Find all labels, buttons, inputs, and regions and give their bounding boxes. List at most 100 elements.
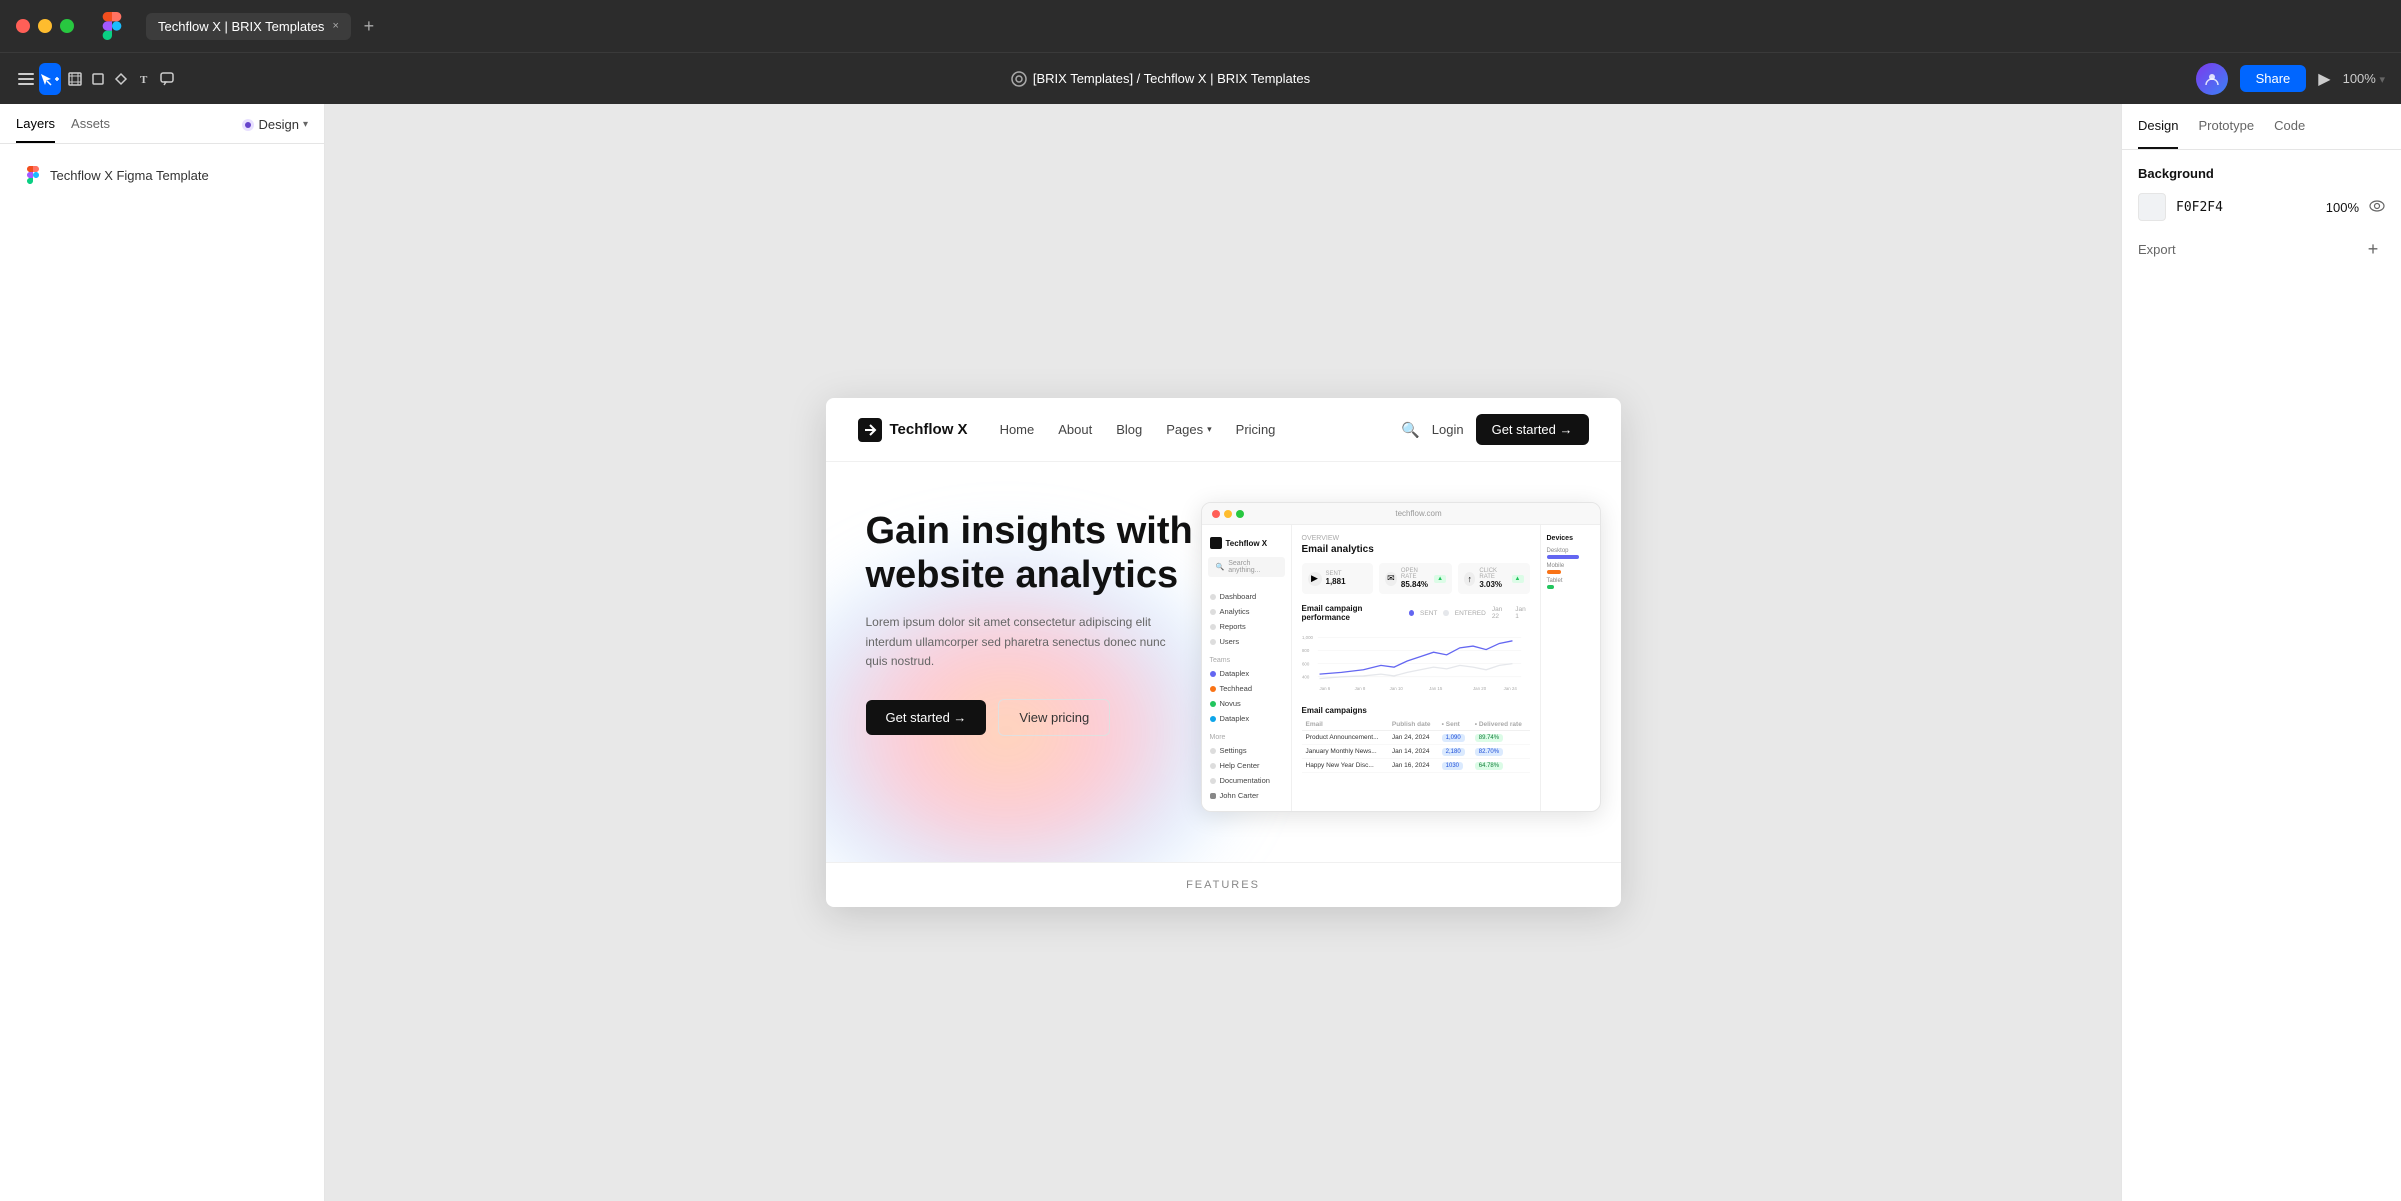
svg-text:Jan 15: Jan 15 — [1429, 686, 1443, 691]
cell-rate-2: 82.70% — [1471, 745, 1530, 759]
dash-url: techflow.com — [1248, 509, 1590, 518]
tab-code[interactable]: Code — [2274, 104, 2305, 149]
tab-design[interactable]: Design — [2138, 104, 2178, 149]
toolbar-left: T — [16, 63, 176, 95]
hero-cta-button[interactable]: Get started → — [866, 700, 987, 735]
svg-text:T: T — [140, 74, 148, 86]
hero-title: Gain insights with website analytics — [866, 510, 1226, 597]
tab-assets[interactable]: Assets — [71, 116, 110, 143]
dash-chart-title: Email campaign performance — [1302, 604, 1409, 622]
avatar-cluster — [2196, 63, 2228, 95]
site-logo: Techflow X — [858, 418, 968, 442]
new-tab-button[interactable]: + — [355, 12, 383, 40]
nav-pages[interactable]: Pages ▾ — [1166, 422, 1211, 437]
layer-item-label: Techflow X Figma Template — [50, 168, 209, 183]
device-bar-mobile — [1547, 570, 1561, 574]
tab-prototype[interactable]: Prototype — [2198, 104, 2254, 149]
hero-content: Gain insights with website analytics Lor… — [866, 510, 1226, 736]
layer-item[interactable]: Techflow X Figma Template — [16, 160, 308, 190]
nav-actions: 🔍 Login Get started → — [1401, 414, 1588, 445]
dash-titlebar: techflow.com — [1202, 503, 1600, 525]
svg-text:400: 400 — [1302, 675, 1310, 680]
panel-tabs: Layers Assets Design ▾ — [0, 104, 324, 144]
features-label: FEATURES — [826, 862, 1621, 907]
pen-tool[interactable] — [111, 63, 130, 95]
main-area: Layers Assets Design ▾ Techflow X Figma … — [0, 104, 2401, 1201]
stat-icon-open: ✉ — [1385, 572, 1397, 586]
canvas: Techflow X Home About Blog Pages ▾ Prici… — [325, 104, 2121, 1201]
nav-dot — [1210, 778, 1216, 784]
svg-text:Jan 20: Jan 20 — [1473, 686, 1487, 691]
svg-text:1,000: 1,000 — [1302, 635, 1314, 640]
frame-tool[interactable] — [65, 63, 84, 95]
fullscreen-button[interactable] — [60, 19, 74, 33]
site-nav-links: Home About Blog Pages ▾ Pricing — [1000, 422, 1370, 437]
design-dropdown[interactable]: Design ▾ — [241, 117, 309, 142]
svg-text:800: 800 — [1302, 648, 1310, 653]
export-add-button[interactable]: + — [2361, 237, 2385, 261]
menu-button[interactable] — [16, 63, 35, 95]
right-panel: Design Prototype Code Background F0F2F4 … — [2121, 104, 2401, 1201]
nav-blog[interactable]: Blog — [1116, 422, 1142, 437]
cell-email-1: Product Announcement... — [1302, 731, 1388, 745]
design-frame: Techflow X Home About Blog Pages ▾ Prici… — [826, 398, 1621, 907]
play-button[interactable]: ▶ — [2318, 69, 2330, 89]
left-panel: Layers Assets Design ▾ Techflow X Figma … — [0, 104, 325, 1201]
dash-user[interactable]: John Carter — [1202, 788, 1291, 803]
share-button[interactable]: Share — [2240, 65, 2307, 92]
text-tool[interactable]: T — [134, 63, 153, 95]
view-pricing-button[interactable]: View pricing — [998, 699, 1110, 736]
dash-stats: ▶ SENT 1,881 ✉ OPEN RATE — [1302, 563, 1530, 594]
stat-sent: ▶ SENT 1,881 — [1302, 563, 1373, 594]
svg-text:600: 600 — [1302, 661, 1310, 666]
hero-actions: Get started → View pricing — [866, 699, 1226, 736]
traffic-lights — [16, 19, 74, 33]
export-label: Export — [2138, 242, 2176, 257]
table-row: January Monthly News... Jan 14, 2024 2,1… — [1302, 745, 1530, 759]
device-bar-desktop — [1547, 555, 1580, 559]
titlebar: Techflow X | BRIX Templates × + — [0, 0, 2401, 52]
select-tool[interactable] — [39, 63, 61, 95]
device-mobile: Mobile — [1547, 563, 1594, 574]
nav-dot — [1210, 763, 1216, 769]
color-row: F0F2F4 100% — [2138, 193, 2385, 221]
tab-close-icon[interactable]: × — [332, 20, 338, 32]
nav-pricing[interactable]: Pricing — [1236, 422, 1276, 437]
cell-sent-1: 1,090 — [1438, 731, 1471, 745]
tab-layers[interactable]: Layers — [16, 116, 55, 143]
nav-login[interactable]: Login — [1432, 422, 1464, 437]
close-button[interactable] — [16, 19, 30, 33]
nav-about[interactable]: About — [1058, 422, 1092, 437]
shape-tool[interactable] — [88, 63, 107, 95]
svg-text:Jan 8: Jan 8 — [1354, 686, 1365, 691]
site-navbar: Techflow X Home About Blog Pages ▾ Prici… — [826, 398, 1621, 462]
stat-badge-open: ▲ — [1434, 575, 1446, 583]
comment-tool[interactable] — [157, 63, 176, 95]
zoom-level[interactable]: 100% ▾ — [2343, 71, 2385, 86]
breadcrumb: [BRIX Templates] / Techflow X | BRIX Tem… — [1033, 71, 1310, 86]
search-icon[interactable]: 🔍 — [1401, 421, 1420, 439]
nav-cta-button[interactable]: Get started → — [1476, 414, 1589, 445]
dash-table-title: Email campaigns — [1302, 706, 1530, 715]
th-sent: • Sent — [1438, 719, 1471, 731]
tab-bar: Techflow X | BRIX Templates × + — [146, 12, 383, 40]
minimize-button[interactable] — [38, 19, 52, 33]
nav-home[interactable]: Home — [1000, 422, 1035, 437]
dash-chart-section: Email campaign performance SENT ENTERED … — [1302, 604, 1530, 698]
active-tab[interactable]: Techflow X | BRIX Templates × — [146, 13, 351, 40]
cell-rate-1: 89.74% — [1471, 731, 1530, 745]
device-tablet: Tablet — [1547, 578, 1594, 589]
color-swatch[interactable] — [2138, 193, 2166, 221]
visibility-toggle[interactable] — [2369, 198, 2385, 217]
dash-main-title: Email analytics — [1302, 544, 1530, 555]
dash-help[interactable]: Help Center — [1202, 758, 1291, 773]
export-row: Export + — [2138, 237, 2385, 261]
stat-click-rate: ↑ CLICK RATE 3.03% ▲ — [1458, 563, 1529, 594]
dash-docs[interactable]: Documentation — [1202, 773, 1291, 788]
th-email: Email — [1302, 719, 1388, 731]
color-hex[interactable]: F0F2F4 — [2176, 200, 2223, 215]
dash-green-dot — [1236, 510, 1244, 518]
color-opacity[interactable]: 100% — [2326, 200, 2359, 215]
dash-settings[interactable]: Settings — [1202, 743, 1291, 758]
dash-overview-label: OVERVIEW — [1302, 535, 1530, 542]
